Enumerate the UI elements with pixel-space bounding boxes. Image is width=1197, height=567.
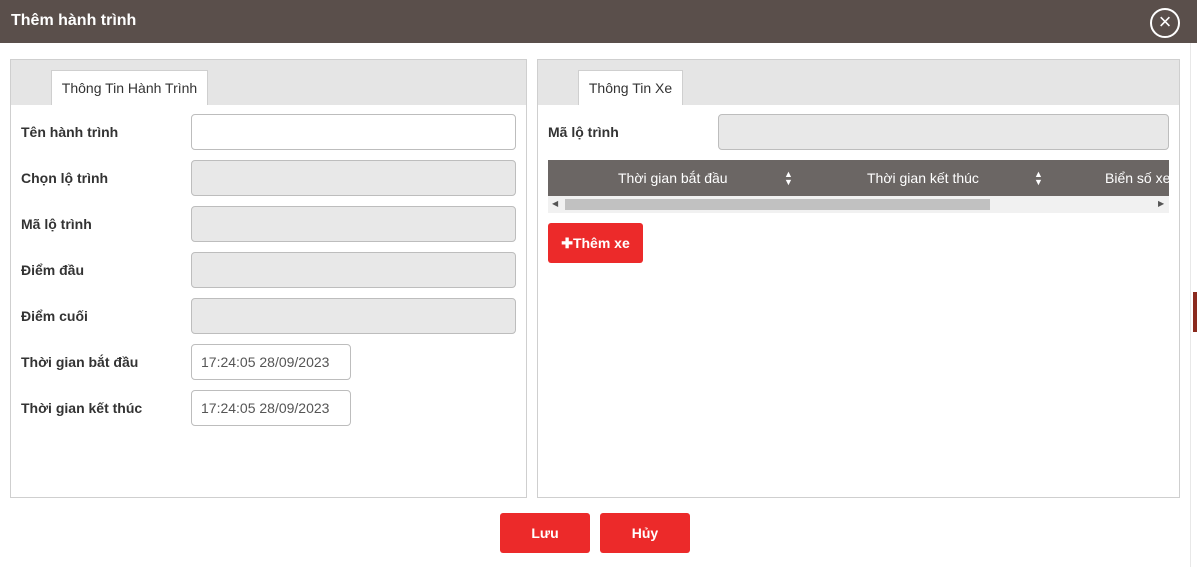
cancel-button[interactable]: Hủy [600, 513, 690, 553]
route-code-field [191, 206, 516, 242]
column-end-time[interactable]: Thời gian kết thúc [867, 160, 979, 196]
column-start-time[interactable]: Thời gian bắt đầu [618, 160, 728, 196]
end-point-field [191, 298, 516, 334]
vehicle-info-panel: Thông Tin Xe Mã lộ trình Thời gian bắt đ… [537, 59, 1180, 498]
add-journey-modal: Thêm hành trình × Thông Tin Hành Trình T… [0, 0, 1197, 567]
tab-vehicle-info[interactable]: Thông Tin Xe [578, 70, 683, 105]
start-time-label: Thời gian bắt đầu [21, 354, 139, 370]
column-plate-number[interactable]: Biển số xe [1105, 160, 1169, 196]
scroll-left-icon[interactable]: ◀ [552, 199, 558, 208]
background-edge-mark [1193, 292, 1197, 332]
route-code-label: Mã lộ trình [21, 216, 92, 232]
end-point-label: Điểm cuối [21, 308, 88, 324]
table-horizontal-scrollbar[interactable]: ◀ ▶ [548, 196, 1169, 213]
save-button[interactable]: Lưu [500, 513, 590, 553]
vehicle-route-code-field [718, 114, 1169, 150]
route-select[interactable] [191, 160, 516, 196]
modal-title: Thêm hành trình [11, 12, 137, 29]
sort-icon[interactable]: ▲ ▼ [784, 170, 793, 187]
start-time-input[interactable]: 17:24:05 28/09/2023 [191, 344, 351, 380]
journey-name-input[interactable] [191, 114, 516, 150]
vehicle-tabbar: Thông Tin Xe [538, 60, 1179, 105]
journey-name-label: Tên hành trình [21, 124, 119, 140]
start-point-field [191, 252, 516, 288]
journey-info-panel: Thông Tin Hành Trình Tên hành trình Chọn… [10, 59, 527, 498]
plus-icon: ✚ [561, 235, 573, 251]
close-icon[interactable]: × [1150, 8, 1180, 38]
route-select-label: Chọn lộ trình [21, 170, 109, 186]
end-time-input[interactable]: 17:24:05 28/09/2023 [191, 390, 351, 426]
vehicle-route-code-label: Mã lộ trình [548, 124, 619, 140]
sort-icon[interactable]: ▲ ▼ [1034, 170, 1043, 187]
scroll-right-icon[interactable]: ▶ [1158, 199, 1164, 208]
journey-tabbar: Thông Tin Hành Trình [11, 60, 526, 105]
start-point-label: Điểm đầu [21, 262, 85, 278]
vehicle-table-header: Thời gian bắt đầu ▲ ▼ Thời gian kết thúc … [548, 160, 1169, 196]
tab-journey-info[interactable]: Thông Tin Hành Trình [51, 70, 208, 105]
add-vehicle-button[interactable]: ✚Thêm xe [548, 223, 643, 263]
modal-header: Thêm hành trình × [0, 0, 1197, 43]
end-time-label: Thời gian kết thúc [21, 400, 143, 416]
add-vehicle-label: Thêm xe [572, 235, 630, 251]
scroll-thumb[interactable] [565, 199, 990, 210]
